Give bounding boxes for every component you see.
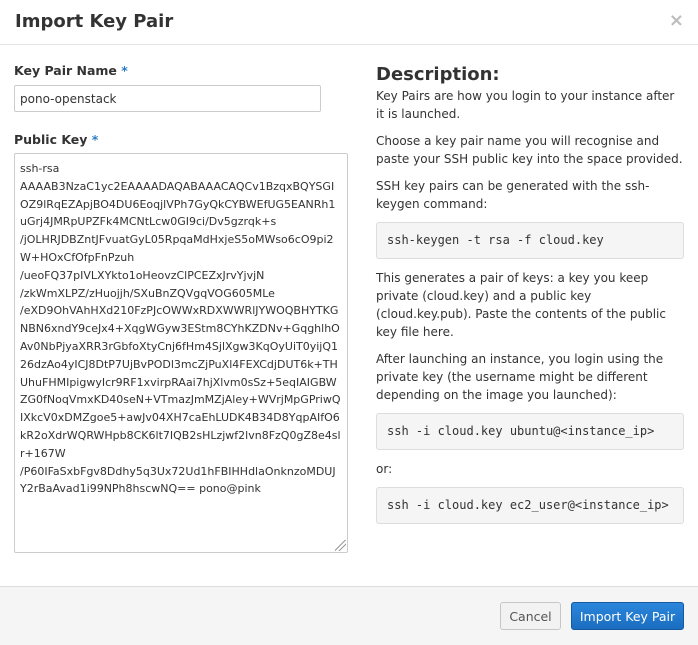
required-marker: * — [91, 132, 99, 147]
textarea-resize-handle[interactable] — [335, 540, 346, 551]
dialog-footer: Cancel Import Key Pair — [0, 586, 698, 645]
cancel-button[interactable]: Cancel — [500, 602, 561, 630]
description-paragraph: SSH key pairs can be generated with the … — [376, 179, 650, 211]
description-paragraph: This generates a pair of keys: a key you… — [376, 271, 666, 339]
dialog-title: Import Key Pair — [15, 11, 174, 32]
import-key-pair-button[interactable]: Import Key Pair — [571, 602, 684, 630]
description-paragraph: After launching an instance, you login u… — [376, 352, 664, 402]
key-pair-name-input[interactable] — [14, 85, 321, 112]
required-marker: * — [121, 63, 128, 78]
import-key-pair-dialog: Import Key Pair × Key Pair Name * Public… — [0, 0, 698, 645]
code-snippet-ssh-ec2: ssh -i cloud.key ec2_user@<instance_ip> — [376, 487, 684, 524]
key-pair-name-label: Key Pair Name * — [14, 63, 128, 78]
description-paragraph: Key Pairs are how you login to your inst… — [376, 89, 675, 121]
code-snippet-keygen: ssh-keygen -t rsa -f cloud.key — [376, 222, 684, 259]
description-paragraph: Choose a key pair name you will recognis… — [376, 134, 683, 166]
key-pair-name-label-text: Key Pair Name — [14, 63, 117, 78]
description-panel: Description: Key Pairs are how you login… — [376, 65, 686, 534]
code-snippet-ssh-ubuntu: ssh -i cloud.key ubuntu@<instance_ip> — [376, 413, 684, 450]
public-key-label: Public Key * — [14, 132, 98, 147]
public-key-label-text: Public Key — [14, 132, 88, 147]
close-icon[interactable]: × — [669, 12, 684, 30]
description-or: or: — [376, 462, 393, 476]
public-key-textarea[interactable]: ssh-rsa AAAAB3NzaC1yc2EAAAADAQABAAACAQCv… — [14, 153, 348, 553]
description-heading: Description: — [376, 64, 500, 85]
dialog-header: Import Key Pair × — [0, 0, 698, 45]
